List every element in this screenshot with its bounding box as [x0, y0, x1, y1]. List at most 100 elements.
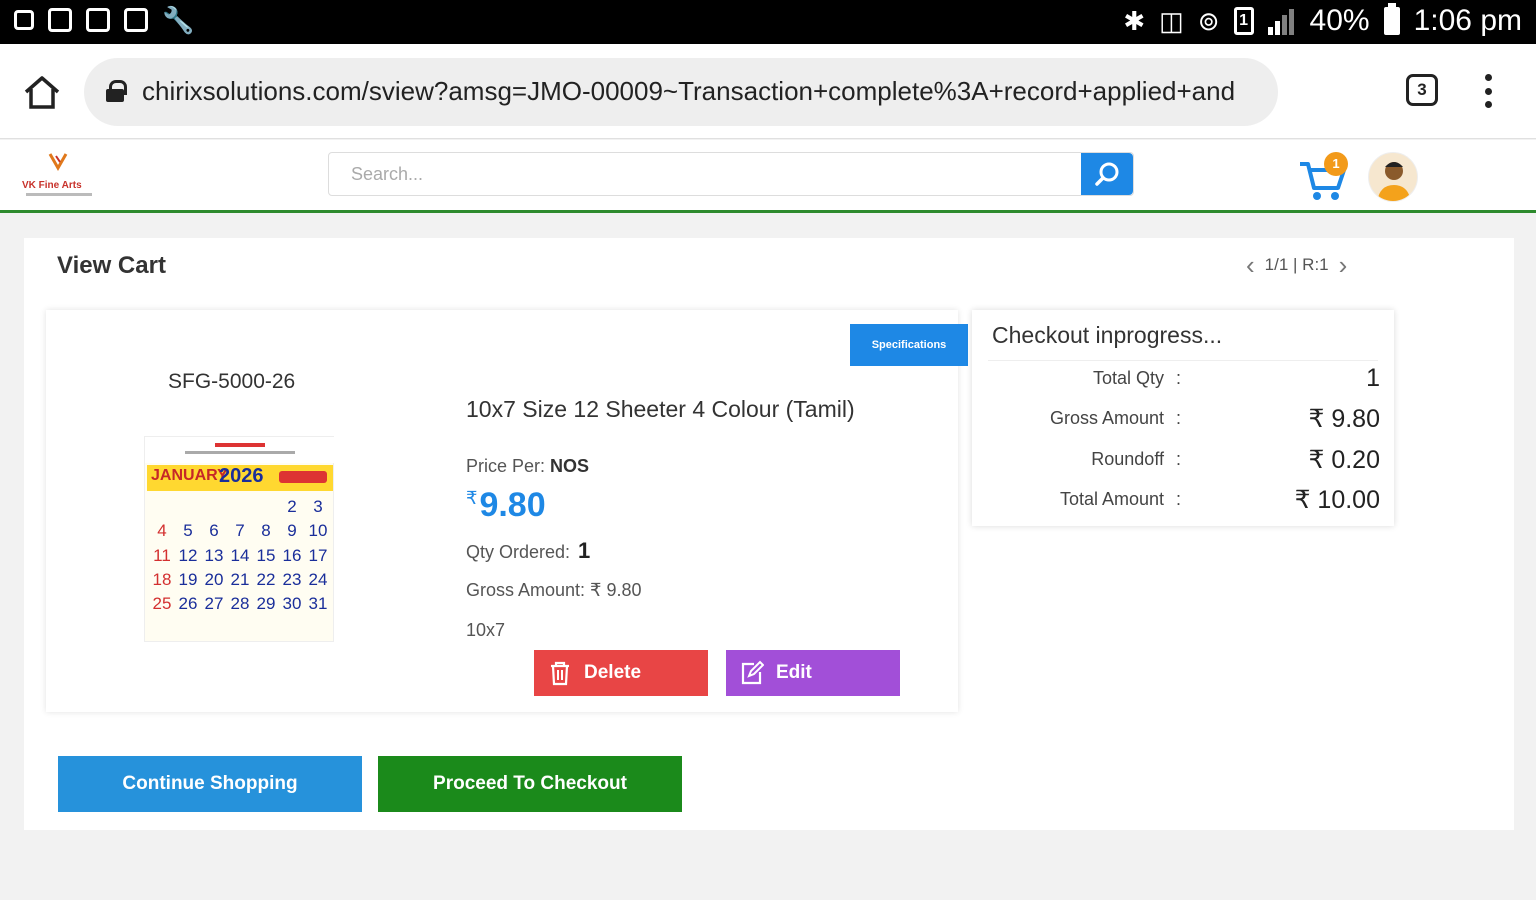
- prev-page-icon[interactable]: ‹: [1246, 252, 1255, 278]
- sim-icon: 1: [1233, 7, 1254, 35]
- item-gross-amount: Gross Amount: ₹ 9.80: [466, 580, 642, 600]
- calendar-day: [149, 617, 175, 641]
- summary-divider: [988, 360, 1378, 361]
- calendar-day: [201, 495, 227, 519]
- cart-item-card: SFG-5000-26 JANUARY 2026 2 3 4 5 6 7 8 9 10 11 12 1…: [46, 310, 968, 712]
- next-page-icon[interactable]: ›: [1339, 252, 1348, 278]
- calendar-day: 2: [287, 497, 297, 516]
- calendar-day: 24: [308, 570, 328, 589]
- pager-text: 1/1 | R:1: [1264, 255, 1329, 274]
- calendar-year: 2026: [219, 465, 264, 487]
- calendar-day: 30: [282, 594, 302, 614]
- calendar-day: 31: [308, 594, 328, 614]
- checkout-summary: Checkout inprogress... Total Qty : 1 Gro…: [972, 310, 1394, 526]
- summary-label: Total Amount: [1059, 489, 1164, 509]
- image-notification-icon: [48, 8, 72, 32]
- mail-icon: [124, 8, 148, 32]
- calendar-month: JANUARY: [151, 467, 228, 484]
- delete-label: Delete: [584, 662, 642, 683]
- product-image[interactable]: JANUARY 2026 2 3 4 5 6 7 8 9 10 11 12 13 14 15 16 17 18 1…: [144, 436, 335, 642]
- summary-value: ₹ 10.00: [1294, 486, 1380, 514]
- vibrate-icon: ◫: [1159, 5, 1184, 36]
- search-box: [328, 152, 1134, 196]
- continue-shopping-button[interactable]: Continue Shopping: [58, 756, 362, 812]
- search-button[interactable]: [1081, 153, 1133, 195]
- calendar-day: 16: [282, 545, 302, 565]
- browser-toolbar: chirixsolutions.com/sview?amsg=JMO-00009…: [0, 44, 1536, 139]
- proceed-to-checkout-button[interactable]: Proceed To Checkout: [378, 756, 682, 812]
- logo-tagline: [26, 193, 92, 196]
- calendar-day: 13: [204, 545, 224, 565]
- search-input[interactable]: [329, 153, 1081, 195]
- calendar-day: 26: [178, 594, 198, 614]
- edit-label: Edit: [776, 662, 812, 683]
- calendar-day: 29: [256, 594, 276, 614]
- calendar-tamil-month: [279, 471, 327, 483]
- signal-icon: [1267, 7, 1296, 35]
- site-logo[interactable]: VK Fine Arts: [18, 144, 100, 206]
- cart-panel: View Cart ‹ 1/1 | R:1 › SFG-5000-26 JANU…: [24, 238, 1514, 830]
- logo-mark-icon: [48, 153, 68, 172]
- battery-icon: [1383, 3, 1400, 35]
- system-indicators: ✱ ◫ ⊚ 1 40% 1:06 pm: [1123, 3, 1522, 38]
- more-menu-icon[interactable]: [1480, 74, 1496, 108]
- calendar-day: 14: [230, 545, 250, 565]
- qty-label: Qty Ordered:: [466, 542, 571, 562]
- address-bar[interactable]: chirixsolutions.com/sview?amsg=JMO-00009…: [84, 58, 1278, 126]
- tab-switcher-button[interactable]: 3: [1406, 74, 1438, 106]
- edit-icon: [741, 660, 764, 685]
- calendar-day: 17: [308, 545, 328, 565]
- home-icon[interactable]: [22, 74, 62, 110]
- logo-text: VK Fine Arts: [22, 180, 82, 191]
- cart-count-badge: 1: [1324, 152, 1348, 176]
- calendar-day: 22: [256, 570, 276, 589]
- price-per: Price Per: NOS: [466, 456, 589, 477]
- summary-row-roundoff: Roundoff : ₹ 0.20: [1091, 446, 1380, 474]
- product-name: 10x7 Size 12 Sheeter 4 Colour (Tamil): [466, 396, 855, 422]
- calendar-day: [227, 495, 253, 519]
- unit-price-value: 9.80: [479, 486, 546, 524]
- calendar-day: [253, 495, 279, 519]
- calendar-day: 19: [178, 570, 198, 589]
- calendar-day: 11: [153, 545, 171, 565]
- calendar-day: 5: [183, 521, 193, 541]
- summary-value: 1: [1366, 364, 1380, 392]
- summary-value: ₹ 9.80: [1308, 405, 1380, 433]
- calendar-day: 10: [308, 521, 328, 541]
- calendar-day: 8: [261, 521, 271, 541]
- calendar-day: 3: [313, 497, 323, 516]
- qty-value: 1: [578, 538, 591, 563]
- calendar-day: 27: [204, 594, 224, 614]
- calendar-day: [175, 495, 201, 519]
- summary-row-total-amount: Total Amount : ₹ 10.00: [1059, 486, 1380, 514]
- search-icon: [1095, 162, 1119, 186]
- delete-button[interactable]: Delete: [534, 650, 708, 696]
- calendar-day: 25: [152, 594, 172, 614]
- item-sku: SFG-5000-26: [168, 370, 296, 393]
- calendar-day: 23: [282, 570, 302, 589]
- avatar[interactable]: [1368, 152, 1418, 202]
- calendar-day: 9: [287, 521, 297, 541]
- price-per-label: Price Per:: [466, 456, 546, 476]
- calendar-day: 12: [178, 545, 198, 565]
- summary-label: Roundoff: [1091, 449, 1164, 469]
- calendar-day: [175, 617, 201, 641]
- notification-icons: 🔧: [14, 7, 194, 33]
- currency-symbol: ₹: [466, 488, 478, 508]
- cart-button[interactable]: 1: [1298, 152, 1352, 202]
- calendar-day: [149, 495, 175, 519]
- summary-label: Total Qty: [1092, 368, 1164, 388]
- status-bar: 🔧 ✱ ◫ ⊚ 1 40% 1:06 pm: [0, 0, 1536, 44]
- calendar-day: 18: [152, 570, 172, 589]
- edit-button[interactable]: Edit: [726, 650, 900, 696]
- page-title: View Cart: [57, 252, 166, 279]
- summary-value: ₹ 0.20: [1308, 446, 1380, 474]
- url-text[interactable]: chirixsolutions.com/sview?amsg=JMO-00009…: [142, 76, 1268, 107]
- specifications-button[interactable]: Specifications: [850, 324, 968, 366]
- calendar-day: 21: [230, 570, 250, 589]
- calendar-day: 15: [256, 545, 276, 565]
- lock-icon: [106, 80, 127, 102]
- battery-percent: 40%: [1309, 4, 1370, 37]
- calendar-day: 6: [209, 521, 219, 541]
- hotspot-icon: ⊚: [1197, 5, 1220, 36]
